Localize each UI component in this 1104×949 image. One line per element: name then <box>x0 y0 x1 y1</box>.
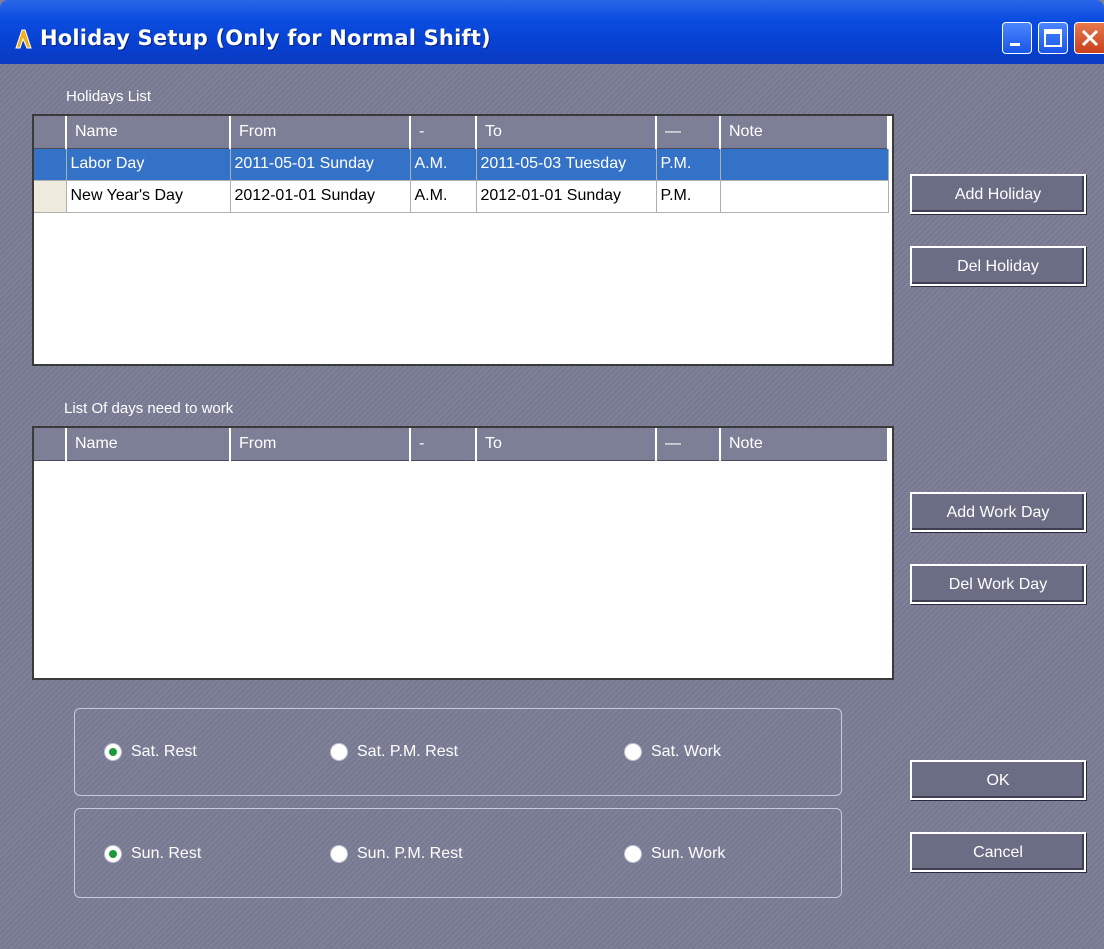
workdays-list-label: List Of days need to work <box>64 400 234 417</box>
column-header-name[interactable]: Name <box>66 116 231 149</box>
column-header-to-half[interactable]: — <box>656 116 721 149</box>
app-icon <box>15 29 32 49</box>
dialog-body: Holidays List Name From - To — Note Labo… <box>0 64 1104 949</box>
sun-rest-label: Sun. Rest <box>131 845 202 862</box>
column-header-note[interactable]: Note <box>720 428 889 461</box>
holiday-to-cell[interactable]: 2012-01-01 Sunday <box>476 180 657 213</box>
ok-button[interactable]: OK <box>910 760 1086 800</box>
sunday-options-group: Sun. Rest Sun. P.M. Rest Sun. Work <box>74 808 842 898</box>
sat-rest-radio[interactable]: Sat. Rest <box>105 743 197 761</box>
holiday-from-cell[interactable]: 2012-01-01 Sunday <box>230 180 411 213</box>
holiday-from-half-cell[interactable]: A.M. <box>410 180 477 213</box>
column-header-from-half[interactable]: - <box>410 116 477 149</box>
window-title: Holiday Setup (Only for Normal Shift) <box>40 26 491 50</box>
column-header-note[interactable]: Note <box>720 116 889 149</box>
del-holiday-button[interactable]: Del Holiday <box>910 246 1086 286</box>
cancel-button[interactable]: Cancel <box>910 832 1086 872</box>
workdays-grid[interactable]: Name From - To — Note <box>32 426 894 680</box>
column-header-to[interactable]: To <box>476 116 657 149</box>
holiday-from-half-cell[interactable]: A.M. <box>410 148 477 181</box>
holiday-name-cell[interactable]: Labor Day <box>66 148 231 181</box>
radio-checked-icon <box>105 846 121 862</box>
row-selector[interactable] <box>34 180 67 213</box>
row-selector-header <box>34 428 67 461</box>
column-header-name[interactable]: Name <box>66 428 231 461</box>
column-header-to[interactable]: To <box>476 428 657 461</box>
holidays-header-row: Name From - To — Note <box>34 116 889 149</box>
radio-checked-icon <box>105 744 121 760</box>
holiday-to-half-cell[interactable]: P.M. <box>656 180 721 213</box>
column-header-to-half[interactable]: — <box>656 428 721 461</box>
column-header-from[interactable]: From <box>230 116 411 149</box>
minimize-button[interactable] <box>1002 22 1032 54</box>
column-header-from[interactable]: From <box>230 428 411 461</box>
holiday-from-cell[interactable]: 2011-05-01 Sunday <box>230 148 411 181</box>
sat-work-label: Sat. Work <box>651 743 721 760</box>
holidays-grid[interactable]: Name From - To — Note Labor Day 2011-05-… <box>32 114 894 366</box>
holiday-name-cell[interactable]: New Year's Day <box>66 180 231 213</box>
row-selector[interactable] <box>34 148 67 181</box>
del-work-day-button[interactable]: Del Work Day <box>910 564 1086 604</box>
close-icon <box>1081 29 1099 47</box>
row-selector-header <box>34 116 67 149</box>
holiday-to-cell[interactable]: 2011-05-03 Tuesday <box>476 148 657 181</box>
add-work-day-button[interactable]: Add Work Day <box>910 492 1086 532</box>
sun-pm-rest-label: Sun. P.M. Rest <box>357 845 463 862</box>
holidays-list-label: Holidays List <box>66 88 152 105</box>
add-holiday-button[interactable]: Add Holiday <box>910 174 1086 214</box>
sun-pm-rest-radio[interactable]: Sun. P.M. Rest <box>331 845 463 863</box>
maximize-icon <box>1044 29 1062 47</box>
sun-work-label: Sun. Work <box>651 845 726 862</box>
radio-unchecked-icon <box>331 846 347 862</box>
radio-unchecked-icon <box>625 846 641 862</box>
maximize-button[interactable] <box>1038 22 1068 54</box>
holiday-note-cell[interactable] <box>720 148 889 181</box>
table-row[interactable]: Labor Day 2011-05-01 Sunday A.M. 2011-05… <box>34 148 889 181</box>
sat-pm-rest-label: Sat. P.M. Rest <box>357 743 459 760</box>
sat-pm-rest-radio[interactable]: Sat. P.M. Rest <box>331 743 458 761</box>
sat-work-radio[interactable]: Sat. Work <box>625 743 721 761</box>
column-header-from-half[interactable]: - <box>410 428 477 461</box>
saturday-options-group: Sat. Rest Sat. P.M. Rest Sat. Work <box>74 708 842 796</box>
table-row[interactable]: New Year's Day 2012-01-01 Sunday A.M. 20… <box>34 180 889 213</box>
radio-unchecked-icon <box>625 744 641 760</box>
holiday-note-cell[interactable] <box>720 180 889 213</box>
title-bar[interactable]: Holiday Setup (Only for Normal Shift) <box>0 0 1104 64</box>
minimize-icon <box>1010 43 1020 46</box>
sat-rest-label: Sat. Rest <box>131 743 197 760</box>
workdays-header-row: Name From - To — Note <box>34 428 889 461</box>
holiday-to-half-cell[interactable]: P.M. <box>656 148 721 181</box>
sun-work-radio[interactable]: Sun. Work <box>625 845 725 863</box>
close-button[interactable] <box>1074 22 1104 54</box>
radio-unchecked-icon <box>331 744 347 760</box>
sun-rest-radio[interactable]: Sun. Rest <box>105 845 201 863</box>
